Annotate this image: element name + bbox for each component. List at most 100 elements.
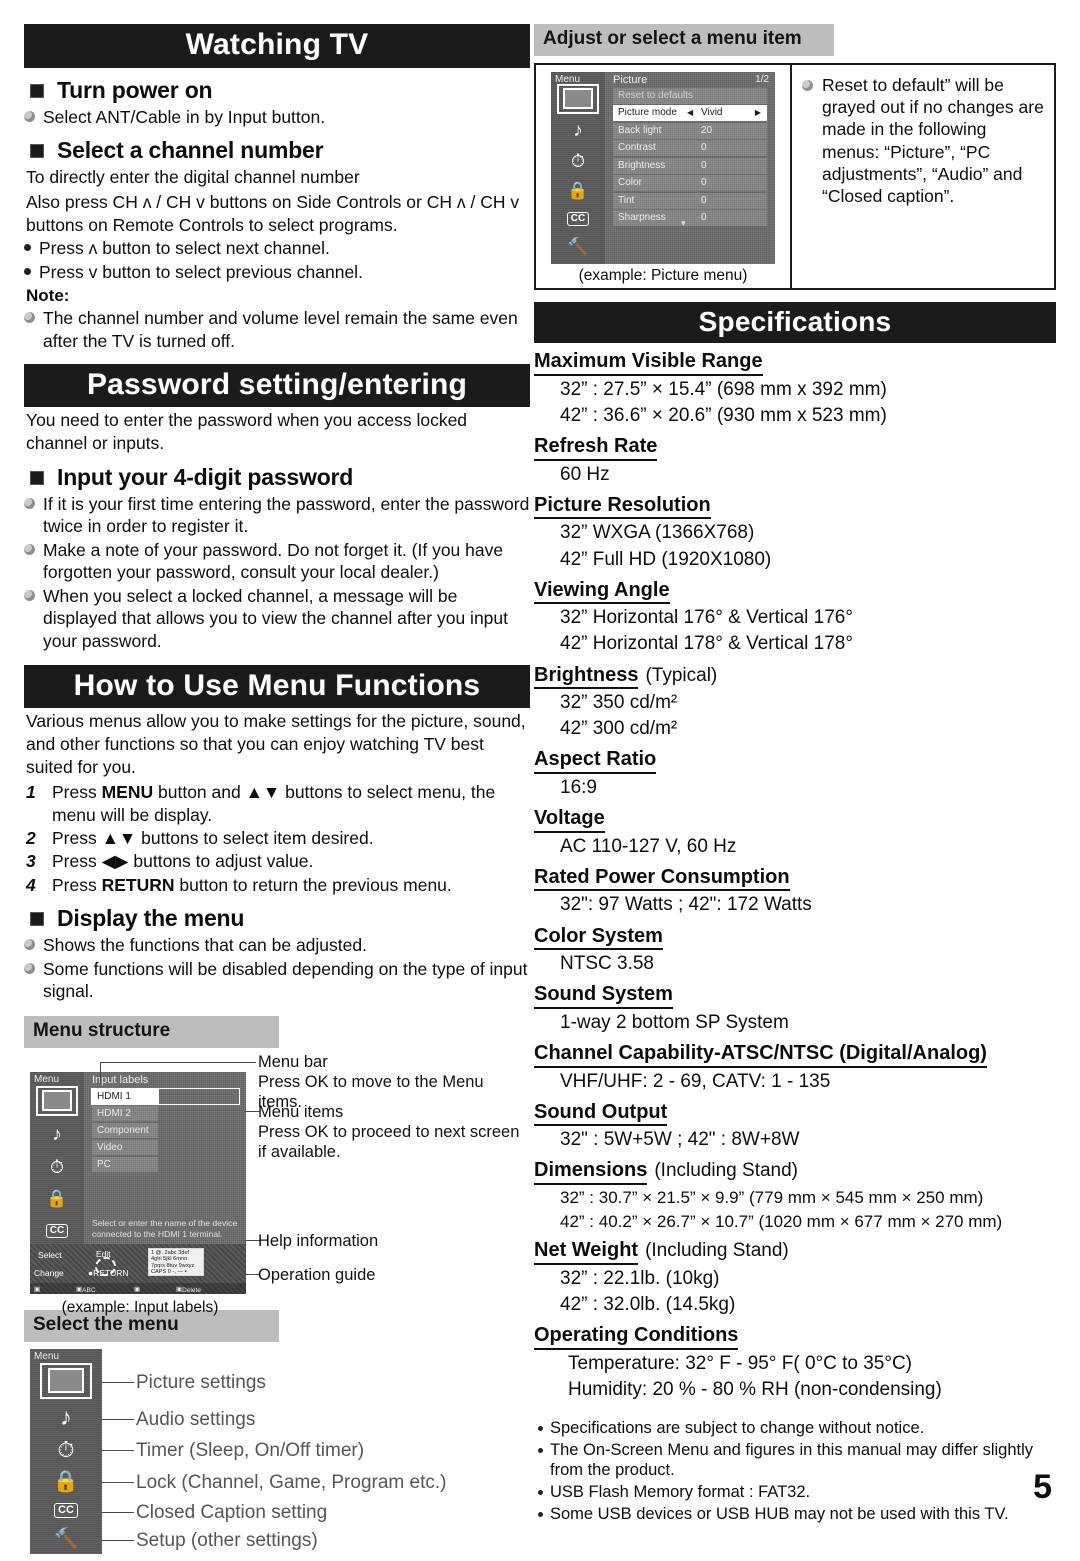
lock-icon[interactable]: 🔒 (42, 1467, 90, 1497)
lock-icon[interactable]: 🔒 (38, 1186, 76, 1212)
left-arrow-icon[interactable]: ◀ (687, 105, 693, 121)
step-number: 1 (26, 782, 36, 803)
heading-display-the-menu: Display the menu (30, 905, 530, 932)
bullet-text: Shows the functions that can be adjusted… (43, 935, 367, 956)
picture-icon[interactable] (40, 1362, 92, 1399)
osd-row-picture-mode[interactable]: Picture mode ◀ Vivid ▶ (613, 105, 767, 122)
leader-line (102, 1539, 134, 1541)
spec-heading: Sound Output (534, 1101, 668, 1127)
spec-value: AC 110-127 V, 60 Hz (560, 835, 737, 857)
osd-row-label: Brightness (618, 159, 666, 171)
spec-heading: Sound System (534, 983, 673, 1009)
osd-row-contrast[interactable]: Contrast 0 (613, 140, 767, 157)
spec-entry: Operating Conditions (534, 1321, 1056, 1350)
adjust-item-box: Menu ♪ ⏱ 🔒 CC 🔨 Picture 1/2 Reset to def… (534, 62, 1056, 290)
spec-value: 16:9 (560, 776, 597, 798)
spec-value: 32” : 22.1lb. (10kg) (560, 1267, 720, 1289)
step-keyword: MENU (101, 782, 154, 803)
menu-item-label-picture: Picture settings (136, 1371, 266, 1393)
list-item: If it is your first time entering the pa… (24, 493, 530, 538)
menu-structure-block: Menu structure Menu ♪ ⏱ 🔒 CC 🔨 Input lab… (24, 1015, 530, 1316)
osd-row-value: 0 (701, 142, 707, 154)
music-note-icon[interactable]: ♪ (38, 1122, 76, 1148)
spec-value: 42” : 36.6” × 20.6” (930 mm x 523 mm) (560, 405, 887, 426)
spec-value: 1-way 2 bottom SP System (560, 1011, 789, 1033)
spec-value: 60 Hz (560, 463, 610, 485)
list-item: Some USB devices or USB HUB may not be u… (538, 1504, 1056, 1525)
step-text-pre: Press (52, 874, 102, 895)
list-item: The channel number and volume level rema… (24, 307, 530, 352)
square-bullet-icon (30, 470, 44, 485)
grey-bullet-icon (24, 110, 35, 122)
spec-value: 32": 97 Watts ; 42": 172 Watts (560, 894, 812, 916)
spec-heading: Brightness (534, 664, 639, 690)
osd-row[interactable]: PC (92, 1156, 158, 1172)
osd-row-brightness[interactable]: Brightness 0 (613, 157, 767, 174)
list-item: Shows the functions that can be adjusted… (24, 934, 530, 957)
bullet-text: When you select a locked channel, a mess… (43, 585, 509, 651)
right-column: Adjust or select a menu item Menu ♪ ⏱ 🔒 … (534, 24, 1056, 1525)
timer-icon[interactable]: ⏱ (38, 1154, 76, 1180)
spec-value: Humidity: 20 % - 80 % RH (non-condensing… (568, 1378, 942, 1400)
menu-functions-intro: Various menus allow you to make settings… (26, 711, 526, 777)
list-item: Select ANT/Cable in by Input button. (24, 106, 530, 129)
spec-heading: Operating Conditions (534, 1324, 739, 1350)
osd-row[interactable]: Component (92, 1122, 158, 1138)
list-item: Make a note of your password. Do not for… (24, 539, 530, 584)
spec-entry: Sound Output (534, 1098, 1056, 1127)
annotation-menu-items: Menu items Press OK to proceed to next s… (258, 1102, 526, 1162)
closed-caption-icon[interactable]: CC (38, 1218, 76, 1244)
picture-icon[interactable] (557, 83, 599, 114)
dot-bullet-icon (538, 1447, 543, 1453)
osd-row-tint[interactable]: Tint 0 (613, 192, 767, 209)
heading-text: Input your 4-digit password (57, 463, 354, 490)
osd-row[interactable]: HDMI 2 (92, 1105, 158, 1121)
osd-menu-label: Menu (555, 73, 581, 85)
menu-structure-figure: Menu ♪ ⏱ 🔒 CC 🔨 Input labels HDMI 1 HDMI… (24, 1053, 530, 1316)
annotation-title: Menu bar (258, 1052, 328, 1071)
step-row: 2 Press ▲▼ buttons to select item desire… (26, 827, 530, 849)
timer-icon[interactable]: ⏱ (559, 148, 597, 174)
guide-bottom-bar: ▣ ▣ ABC → abc ▣ ▣ Delete (30, 1282, 246, 1308)
list-item: Press ʌ button to select next channel. (24, 237, 530, 260)
adjust-item-note: Reset to default” will be grayed out if … (822, 74, 1044, 206)
osd-row[interactable]: Video (92, 1139, 158, 1155)
spec-value: 32" : 5W+5W ; 42" : 8W+8W (560, 1129, 800, 1151)
osd-row-color[interactable]: Color 0 (613, 175, 767, 192)
osd-input-labels: Menu ♪ ⏱ 🔒 CC 🔨 Input labels HDMI 1 HDMI… (30, 1071, 246, 1308)
lock-icon[interactable]: 🔒 (559, 178, 597, 204)
picture-icon[interactable] (36, 1085, 78, 1116)
spec-entry: Refresh Rate (534, 432, 1056, 461)
page-number: 5 (1033, 1468, 1052, 1506)
spec-entry: Dimensions (Including Stand) (534, 1156, 1056, 1185)
adjust-item-left-cell: Menu ♪ ⏱ 🔒 CC 🔨 Picture 1/2 Reset to def… (536, 65, 790, 288)
bullet-text: Select ANT/Cable in by Input button. (43, 106, 326, 127)
right-arrow-icon[interactable]: ▶ (755, 105, 761, 121)
osd-row[interactable]: HDMI 1 (92, 1088, 158, 1104)
osd-row-value: 0 (701, 194, 707, 206)
closed-caption-icon[interactable]: CC (559, 206, 597, 232)
music-note-icon[interactable]: ♪ (559, 118, 597, 144)
spec-value: 32” : 30.7” × 21.5” × 9.9” (779 mm × 545… (560, 1188, 984, 1207)
grey-bullet-icon (802, 79, 813, 91)
step-row: 1 Press MENU button and ▲▼ buttons to se… (26, 781, 530, 826)
list-item: Some functions will be disabled dependin… (24, 958, 530, 1003)
timer-icon[interactable]: ⏱ (42, 1435, 90, 1465)
osd-row-list: Reset to defaults Picture mode ◀ Vivid ▶… (613, 87, 767, 228)
dot-bullet-icon (538, 1490, 543, 1496)
music-note-icon[interactable]: ♪ (42, 1403, 90, 1433)
osd-row-back-light[interactable]: Back light 20 (613, 122, 767, 139)
heading-input-4-digit-password: Input your 4-digit password (30, 464, 530, 491)
leader-line (100, 1061, 256, 1063)
osd-row-sharpness[interactable]: Sharpness 0 (613, 210, 767, 227)
spec-entry: Sound System (534, 980, 1056, 1009)
chevron-down-icon[interactable]: ▾ (681, 218, 686, 229)
dpad-icon (92, 1254, 118, 1278)
osd-row-reset-to-defaults[interactable]: Reset to defaults (613, 87, 767, 104)
subheading-menu-structure: Menu structure (24, 1015, 279, 1048)
closed-caption-icon[interactable]: CC (42, 1497, 90, 1525)
spec-heading: Picture Resolution (534, 494, 711, 520)
spec-value: 42” 300 cd/m² (560, 718, 678, 740)
setup-icon[interactable]: 🔨 (559, 234, 597, 260)
channel-dot-bullets: Press ʌ button to select next channel. P… (24, 237, 530, 283)
